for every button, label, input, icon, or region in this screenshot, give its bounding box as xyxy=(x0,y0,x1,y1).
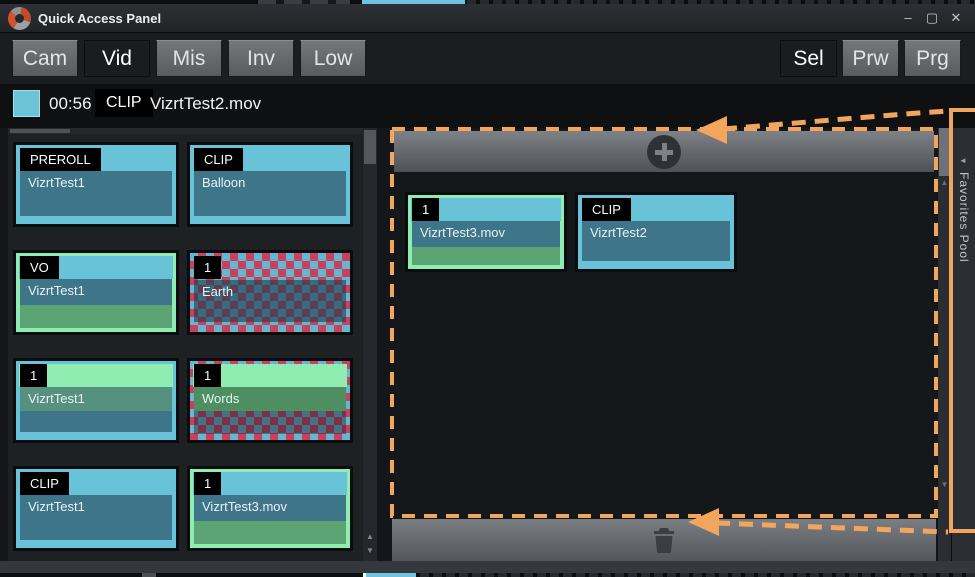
card-badge: 1 xyxy=(194,256,221,279)
card-title: Words xyxy=(194,387,346,411)
selected-clip-info-bar: 00:56 CLIP VizrtTest2.mov xyxy=(0,84,975,128)
card-badge: VO xyxy=(20,256,59,279)
tab-prw[interactable]: Prw xyxy=(842,40,899,77)
card-title: VizrtTest1 xyxy=(20,279,172,303)
background-dotted-bar xyxy=(420,573,975,577)
background-gray-bar xyxy=(142,573,156,577)
title-bar: Quick Access Panel – ▢ ✕ xyxy=(0,4,975,33)
source-tabs: Cam Vid Mis Inv Low xyxy=(12,40,366,77)
drop-zone-header xyxy=(394,131,934,172)
card-thumbnail: Balloon xyxy=(194,171,346,216)
favorites-vertical-scrollbar[interactable]: ▲ ▼ xyxy=(938,128,951,561)
card-badge: CLIP xyxy=(194,148,243,171)
background-cyan-bar xyxy=(363,573,416,577)
card-title: VizrtTest1 xyxy=(20,171,172,195)
card-thumbnail: VizrtTest1 xyxy=(20,171,172,216)
close-button[interactable]: ✕ xyxy=(949,10,963,26)
clip-filename: VizrtTest2.mov xyxy=(150,94,261,114)
tab-inv[interactable]: Inv xyxy=(228,40,294,77)
clip-card[interactable]: VizrtTest1 PREROLL xyxy=(16,145,176,224)
clip-card[interactable]: Balloon CLIP xyxy=(190,145,350,224)
clip-card[interactable]: VizrtTest1 CLIP xyxy=(16,469,176,548)
library-horizontal-scrollbar[interactable] xyxy=(8,128,363,134)
clip-card[interactable]: Earth 1 xyxy=(190,253,350,332)
card-thumbnail: VizrtTest1 xyxy=(20,387,172,432)
scroll-down-icon[interactable]: ▼ xyxy=(938,480,951,490)
card-thumbnail: VizrtTest3.mov xyxy=(412,221,560,265)
card-title: VizrtTest3.mov xyxy=(412,221,560,245)
card-badge: 1 xyxy=(194,472,221,495)
card-badge: CLIP xyxy=(582,198,631,221)
tab-mis[interactable]: Mis xyxy=(156,40,222,77)
minimize-button[interactable]: – xyxy=(901,10,915,26)
card-title: VizrtTest1 xyxy=(20,387,172,411)
maximize-button[interactable]: ▢ xyxy=(925,10,939,26)
delete-drop-bar[interactable] xyxy=(392,519,936,561)
favorites-drop-zone[interactable]: VizrtTest3.mov 1 VizrtTest2 CLIP xyxy=(392,129,936,516)
card-thumbnail: VizrtTest1 xyxy=(20,495,172,540)
main-area: VizrtTest1 PREROLL Balloon CLIP VizrtTes… xyxy=(0,128,975,561)
card-thumbnail: VizrtTest2 xyxy=(582,221,730,261)
collapse-arrow-icon: ◄ xyxy=(959,156,967,165)
background-window-bottom-edge xyxy=(0,573,975,577)
vscrollbar-thumb[interactable] xyxy=(939,128,950,176)
clip-card[interactable]: VizrtTest1 VO xyxy=(16,253,176,332)
card-title: Earth xyxy=(194,280,346,304)
clip-color-swatch xyxy=(13,90,40,117)
window-title: Quick Access Panel xyxy=(38,11,161,26)
tab-sel[interactable]: Sel xyxy=(780,40,837,77)
tab-vid[interactable]: Vid xyxy=(84,40,150,77)
trash-icon[interactable] xyxy=(652,527,676,554)
tab-bar: Cam Vid Mis Inv Low Sel Prw Prg xyxy=(0,33,975,84)
card-badge: 1 xyxy=(412,198,439,221)
clip-card[interactable]: VizrtTest1 1 xyxy=(16,361,176,440)
scroll-down-icon[interactable]: ▼ xyxy=(363,546,377,556)
clip-card[interactable]: VizrtTest3.mov 1 xyxy=(190,469,350,548)
vizrt-logo-icon xyxy=(8,7,31,30)
card-thumbnail: VizrtTest1 xyxy=(20,279,172,328)
favorite-clip-card[interactable]: VizrtTest3.mov 1 xyxy=(408,195,564,269)
favorites-pool-side-tab[interactable]: ◄ Favorites Pool xyxy=(951,128,975,561)
card-thumbnail: VizrtTest3.mov xyxy=(194,495,346,544)
card-thumbnail: Earth xyxy=(194,280,346,322)
favorite-clip-card[interactable]: VizrtTest2 CLIP xyxy=(578,195,734,269)
card-badge: PREROLL xyxy=(20,148,101,171)
library-vertical-scrollbar[interactable]: ▲ ▼ xyxy=(363,128,377,561)
clip-type-badge: CLIP xyxy=(95,89,153,117)
tab-cam[interactable]: Cam xyxy=(12,40,78,77)
card-title: VizrtTest2 xyxy=(582,221,730,245)
card-badge: CLIP xyxy=(20,472,69,495)
vscrollbar-thumb[interactable] xyxy=(364,130,376,164)
card-badge: 1 xyxy=(194,364,221,387)
quick-access-panel-window: Quick Access Panel – ▢ ✕ Cam Vid Mis Inv… xyxy=(0,0,975,577)
plus-icon[interactable] xyxy=(647,135,681,169)
card-title: VizrtTest1 xyxy=(20,495,172,519)
tab-prg[interactable]: Prg xyxy=(904,40,961,77)
card-thumbnail: Words xyxy=(194,387,346,434)
card-title: Balloon xyxy=(194,171,346,195)
hscrollbar-thumb[interactable] xyxy=(10,129,70,133)
card-title: VizrtTest3.mov xyxy=(194,495,346,519)
window-bottom-frame xyxy=(0,561,975,573)
clip-duration: 00:56 xyxy=(49,94,92,114)
tab-low[interactable]: Low xyxy=(300,40,366,77)
card-badge: 1 xyxy=(20,364,47,387)
scroll-up-icon[interactable]: ▲ xyxy=(363,532,377,542)
scroll-up-icon[interactable]: ▲ xyxy=(938,178,951,188)
clip-card[interactable]: Words 1 xyxy=(190,361,350,440)
output-tabs: Sel Prw Prg xyxy=(780,40,961,77)
favorites-pool-label: Favorites Pool xyxy=(957,172,971,263)
